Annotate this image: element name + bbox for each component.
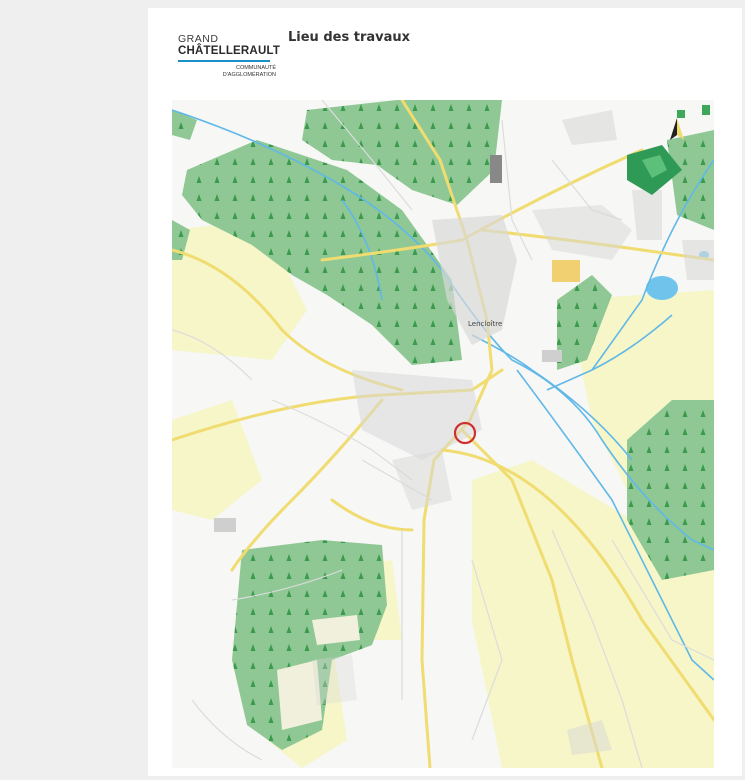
logo-underline: [178, 60, 270, 62]
map-svg[interactable]: Lencloître: [172, 100, 714, 768]
logo-line-chatellerault: CHÂTELLERAULT: [178, 45, 281, 57]
logo-line-agglomeration: D'AGGLOMÉRATION: [222, 72, 276, 78]
map-area[interactable]: Lencloître: [172, 100, 714, 768]
page-title: Lieu des travaux: [288, 30, 411, 45]
document-sheet: GRAND CHÂTELLERAULT COMMUNAUTÉ D'AGGLOMÉ…: [148, 8, 742, 776]
town-label: Lencloître: [468, 320, 502, 328]
logo-line-communaute: COMMUNAUTÉ: [235, 65, 276, 71]
logo-line-grand: GRAND: [178, 33, 219, 45]
logo: GRAND CHÂTELLERAULT COMMUNAUTÉ D'AGGLOMÉ…: [178, 33, 281, 84]
